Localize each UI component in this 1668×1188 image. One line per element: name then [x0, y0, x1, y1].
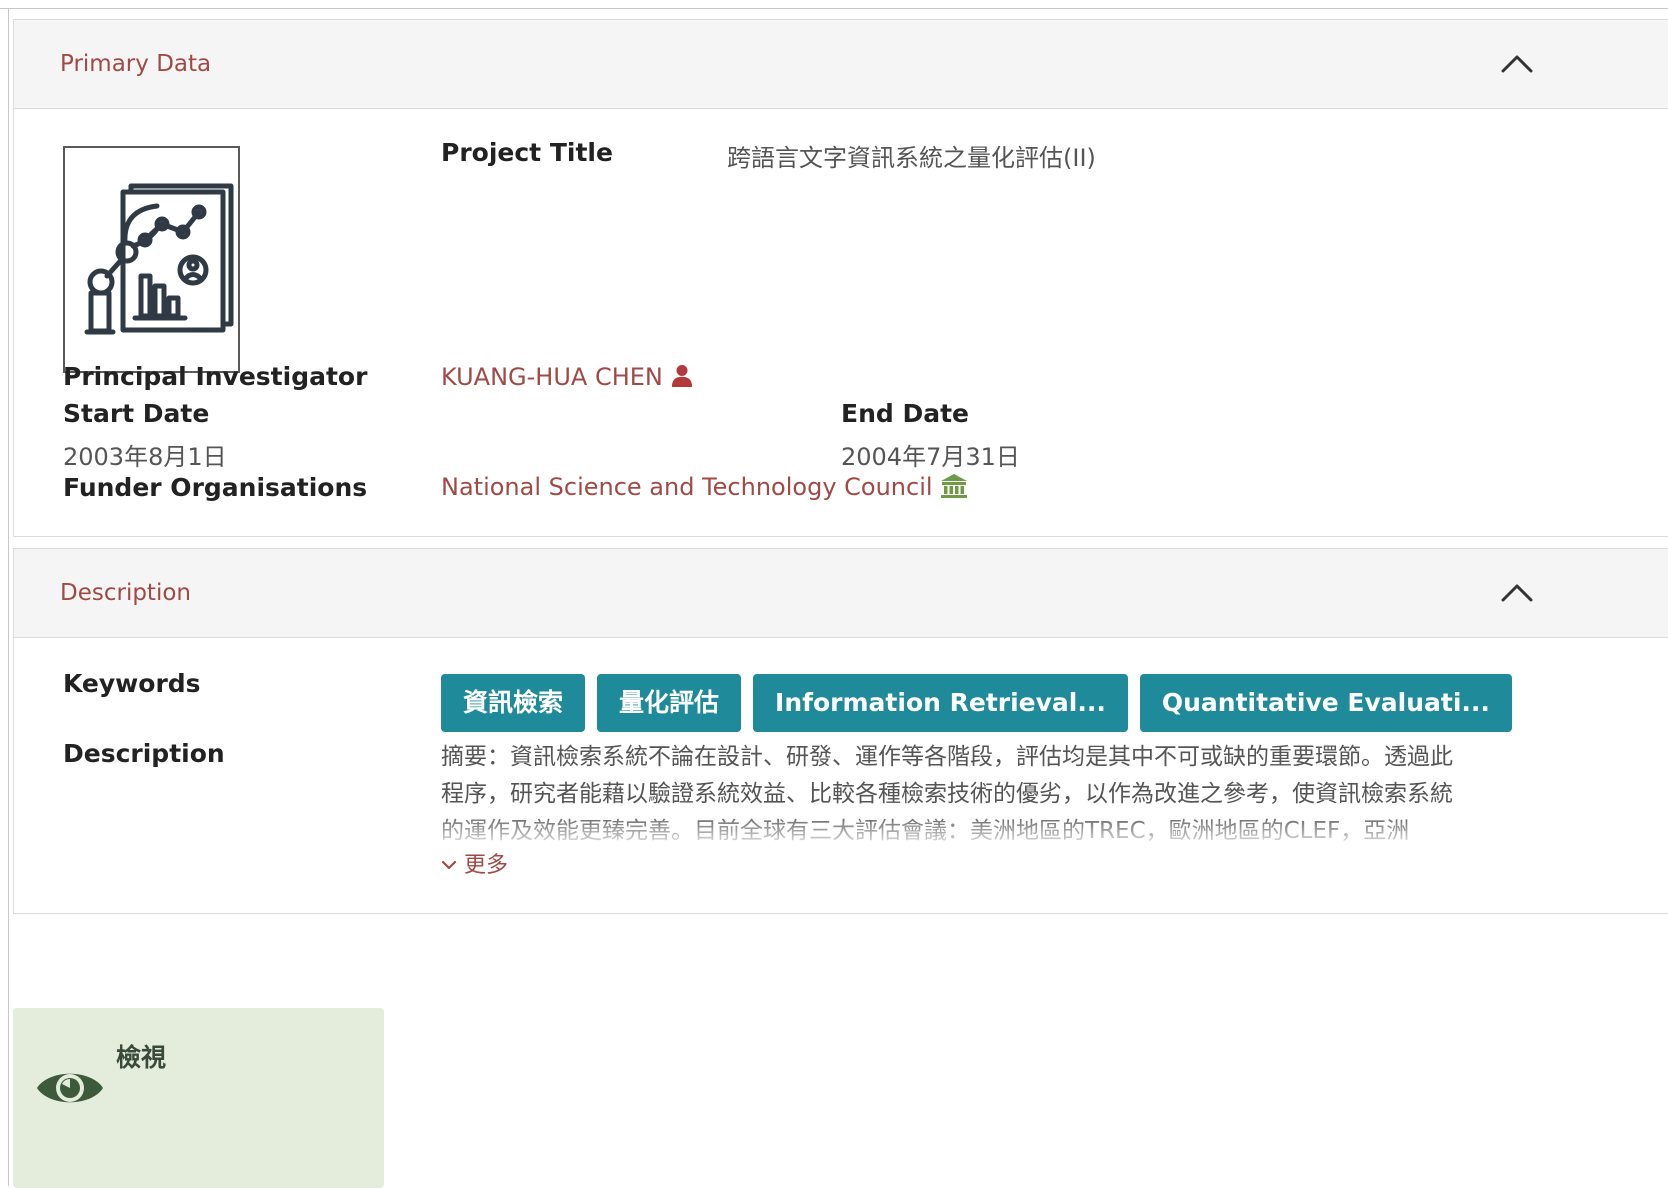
keyword-tag[interactable]: Information Retrieval... — [753, 674, 1128, 732]
primary-data-title: Primary Data — [60, 51, 212, 77]
person-icon — [671, 365, 692, 387]
chevron-down-icon — [441, 860, 457, 870]
keyword-tag[interactable]: 量化評估 — [597, 674, 742, 732]
start-date-value: 2003年8月1日 — [63, 443, 227, 471]
description-header[interactable]: Description — [14, 549, 1668, 638]
frame-top-border — [0, 8, 1668, 9]
data-analysis-icon — [84, 183, 234, 335]
keyword-tag[interactable]: 資訊檢索 — [441, 674, 586, 732]
funder-organisation-name: National Science and Technology Council — [441, 473, 933, 501]
eye-icon — [37, 1073, 103, 1103]
description-line: 程序，研究者能藉以驗證系統效益、比較各種檢索技術的優劣，以作為改進之參考，使資訊… — [441, 781, 1453, 807]
keyword-tags: 資訊檢索 量化評估 Information Retrieval... Quant… — [441, 674, 1512, 732]
principal-investigator-name: KUANG-HUA CHEN — [441, 363, 663, 391]
chevron-up-icon[interactable] — [1499, 49, 1535, 79]
project-title-label: Project Title — [441, 138, 613, 167]
start-date-label: Start Date — [63, 399, 210, 428]
principal-investigator-label: Principal Investigator — [63, 362, 368, 391]
funder-organisation-link[interactable]: National Science and Technology Council — [441, 473, 968, 501]
description-line: 的運作及效能更臻完善。目前全球有三大評估會議：美洲地區的TREC，歐洲地區的CL… — [441, 818, 1410, 844]
funder-organisations-label: Funder Organisations — [63, 473, 368, 502]
frame-left-border — [8, 8, 9, 1186]
keywords-label: Keywords — [63, 669, 201, 698]
end-date-value: 2004年7月31日 — [841, 443, 1020, 471]
principal-investigator-link[interactable]: KUANG-HUA CHEN — [441, 363, 693, 391]
description-label: Description — [63, 739, 225, 768]
description-panel: Description Keywords 資訊檢索 量化評估 Informati… — [13, 548, 1668, 914]
primary-data-panel: Primary Data Project Title 跨語言文字資訊系統之量化評… — [13, 19, 1668, 537]
project-title-value: 跨語言文字資訊系統之量化評估(II) — [727, 144, 1096, 172]
institution-icon — [941, 474, 968, 498]
view-label: 檢視 — [116, 1043, 167, 1072]
primary-data-header[interactable]: Primary Data — [14, 20, 1668, 109]
chevron-up-icon[interactable] — [1499, 578, 1535, 608]
show-more-label: 更多 — [464, 853, 509, 878]
project-thumbnail — [63, 146, 240, 373]
description-text: 摘要：資訊檢索系統不論在設計、研發、運作等各階段，評估均是其中不可或缺的重要環節… — [441, 739, 1551, 845]
show-more-link[interactable]: 更多 — [441, 847, 508, 879]
description-title: Description — [60, 580, 191, 606]
view-card[interactable]: 檢視 — [13, 1008, 384, 1188]
keyword-tag[interactable]: Quantitative Evaluati... — [1139, 674, 1512, 732]
description-line: 摘要：資訊檢索系統不論在設計、研發、運作等各階段，評估均是其中不可或缺的重要環節… — [441, 744, 1453, 770]
end-date-label: End Date — [841, 399, 970, 428]
